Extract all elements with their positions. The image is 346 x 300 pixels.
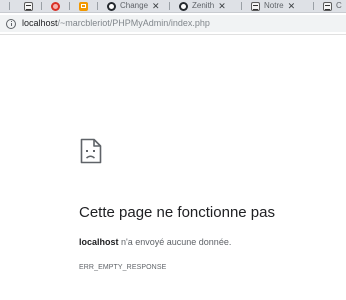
tab-red[interactable] xyxy=(42,0,70,12)
close-tab-icon[interactable]: ✕ xyxy=(152,0,160,12)
tab-orange[interactable] xyxy=(70,0,98,12)
tab-separator xyxy=(9,2,10,10)
tab-strip: Change ✕ Zenith ✕ Notre ✕ C xyxy=(0,0,346,13)
tab-change[interactable]: Change ✕ xyxy=(98,0,170,12)
error-description: localhost n'a envoyé aucune donnée. xyxy=(79,237,231,247)
info-icon[interactable] xyxy=(6,18,16,29)
error-code: ERR_EMPTY_RESPONSE xyxy=(79,264,167,271)
error-message: n'a envoyé aucune donnée. xyxy=(118,237,232,247)
tab-partial[interactable] xyxy=(0,0,10,12)
github-icon xyxy=(179,1,188,11)
sad-page-icon xyxy=(80,138,102,164)
tab-title: Notre xyxy=(264,1,284,10)
phpmyadmin-icon xyxy=(24,1,33,11)
error-title: Cette page ne fonctionne pas xyxy=(79,204,275,221)
tab-title: Zenith xyxy=(192,1,215,10)
orange-box-icon xyxy=(79,1,88,11)
url-text[interactable]: localhost/~marcbleriot/PHPMyAdmin/index.… xyxy=(22,15,210,32)
address-bar[interactable]: localhost/~marcbleriot/PHPMyAdmin/index.… xyxy=(0,15,346,32)
close-tab-icon[interactable]: ✕ xyxy=(288,0,296,12)
tab-partial-right[interactable]: C xyxy=(314,0,346,12)
error-host: localhost xyxy=(79,237,119,247)
github-icon xyxy=(107,1,116,11)
tab-title: Change xyxy=(120,1,149,10)
phpmyadmin-icon xyxy=(323,1,332,11)
close-tab-icon[interactable]: ✕ xyxy=(218,0,226,12)
tab-title: C xyxy=(336,1,342,10)
red-circle-icon xyxy=(51,1,60,11)
tab-phpmyadmin-1[interactable] xyxy=(14,0,42,12)
phpmyadmin-icon xyxy=(251,1,260,11)
tab-zenith[interactable]: Zenith ✕ xyxy=(170,0,242,12)
tab-notre[interactable]: Notre ✕ xyxy=(242,0,314,12)
toolbar: localhost/~marcbleriot/PHPMyAdmin/index.… xyxy=(0,13,346,35)
url-path: /~marcbleriot/PHPMyAdmin/index.php xyxy=(57,18,210,28)
url-host: localhost xyxy=(22,18,58,28)
